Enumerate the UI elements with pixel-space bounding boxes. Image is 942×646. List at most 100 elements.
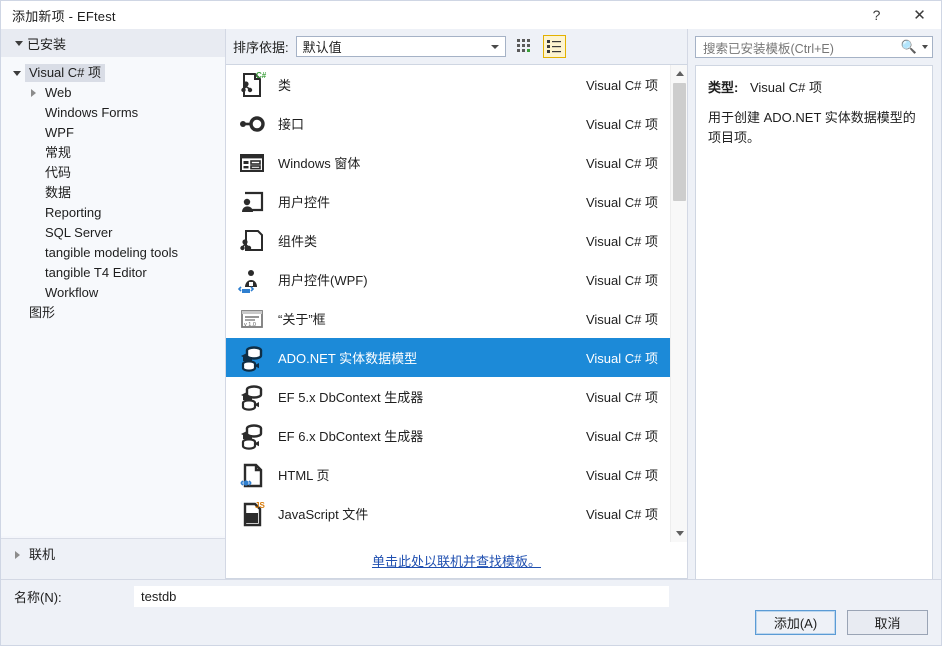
template-type-value: Visual C# 项 xyxy=(749,80,822,95)
tree-item-8[interactable]: tangible modeling tools xyxy=(1,243,225,263)
component-class-icon xyxy=(236,225,268,257)
template-kind: Visual C# 项 xyxy=(585,351,658,366)
interface-icon xyxy=(236,108,268,140)
sort-label: 排序依据: xyxy=(233,40,289,55)
tree-item-1[interactable]: Windows Forms xyxy=(1,103,225,123)
dialog-title: 添加新项 - EFtest xyxy=(12,8,116,24)
template-kind: Visual C# 项 xyxy=(585,195,658,210)
template-list-item[interactable]: HTML 页 Visual C# 项 xyxy=(226,455,670,494)
ado-net-entity-model-icon xyxy=(236,342,268,374)
template-list-item[interactable]: v 1.0 “关于”框 Visual C# 项 xyxy=(226,299,670,338)
right-pane: 搜索已安装模板(Ctrl+E) 🔍 类型: Visual C# 项 用于创建 A… xyxy=(688,29,941,579)
template-name: “关于”框 xyxy=(278,312,326,327)
template-list-item[interactable]: JS JavaScript 文件 Visual C# 项 xyxy=(226,494,670,533)
template-list-item[interactable]: ADO.NET 实体数据模型 Visual C# 项 xyxy=(226,338,670,377)
search-input[interactable]: 搜索已安装模板(Ctrl+E) xyxy=(703,38,901,57)
tree-item-0[interactable]: Web xyxy=(1,83,225,103)
grid-view-button[interactable] xyxy=(513,35,536,58)
template-list-item[interactable]: 接口 Visual C# 项 xyxy=(226,104,670,143)
name-label-text: 名称(N): xyxy=(14,590,62,605)
dialog-footer: 名称(N): testdb 添加(A) 取消 xyxy=(1,579,941,645)
center-pane: 排序依据: 默认值 C# 类 Visual C# 项 接口 Visual C# … xyxy=(226,29,688,579)
tree-item-label: tangible modeling tools xyxy=(45,245,178,260)
tree-item-visual-csharp[interactable]: Visual C# 项 xyxy=(1,63,225,83)
template-list-item[interactable]: EF 5.x DbContext 生成器 Visual C# 项 xyxy=(226,377,670,416)
list-scrollbar[interactable] xyxy=(670,65,687,542)
add-new-item-dialog: 添加新项 - EFtest ? ✕ 已安装 Visual C# 项 Web Win… xyxy=(0,0,942,646)
tree-item-label: WPF xyxy=(45,125,74,140)
name-input[interactable]: testdb xyxy=(134,586,669,607)
ef-dbcontext-icon xyxy=(236,381,268,413)
help-button[interactable]: ? xyxy=(855,1,898,29)
chevron-down-icon[interactable] xyxy=(922,45,928,49)
template-kind: Visual C# 项 xyxy=(585,78,658,93)
tree-item-5[interactable]: 数据 xyxy=(1,183,225,203)
tree-item-2[interactable]: WPF xyxy=(1,123,225,143)
close-button[interactable]: ✕ xyxy=(898,1,941,29)
about-box-icon: v 1.0 xyxy=(236,303,268,335)
tree-item-6[interactable]: Reporting xyxy=(1,203,225,223)
scrollbar-thumb[interactable] xyxy=(673,83,686,201)
tree-item-label: Reporting xyxy=(45,205,102,220)
tree-item-label: Visual C# 项 xyxy=(25,64,106,82)
template-kind: Visual C# 项 xyxy=(585,312,658,327)
html-page-icon xyxy=(236,459,268,491)
sort-by-dropdown[interactable]: 默认值 xyxy=(295,36,506,57)
online-templates-link[interactable]: 单击此处以联机并查找模板。 xyxy=(372,551,541,570)
tree-item-7[interactable]: SQL Server xyxy=(1,223,225,243)
template-name: ADO.NET 实体数据模型 xyxy=(278,351,418,366)
search-icon[interactable]: 🔍 xyxy=(901,39,917,55)
template-name: Windows 窗体 xyxy=(278,156,361,171)
template-name: EF 5.x DbContext 生成器 xyxy=(278,390,424,405)
tree-children: Web Windows Forms WPF 常规 代码 数据 Reporting SQL Se… xyxy=(1,83,225,323)
template-details-panel: 类型: Visual C# 项 用于创建 ADO.NET 实体数据模型的项目项。 xyxy=(695,65,933,579)
button-row: 添加(A) 取消 xyxy=(755,610,928,635)
template-kind: Visual C# 项 xyxy=(585,390,658,405)
template-list-item[interactable]: 组件类 Visual C# 项 xyxy=(226,221,670,260)
scroll-up-button[interactable] xyxy=(671,65,687,82)
tree-item-10[interactable]: Workflow xyxy=(1,283,225,303)
grid-icon xyxy=(516,39,530,52)
list-toolbar: 排序依据: 默认值 xyxy=(226,29,687,64)
template-list-area: C# 类 Visual C# 项接口 Visual C# 项 Windows 窗体 Vis… xyxy=(226,64,687,579)
tree-item-3[interactable]: 常规 xyxy=(1,143,225,163)
ef-dbcontext-icon xyxy=(236,420,268,452)
template-name: 类 xyxy=(278,78,292,93)
template-list-item[interactable]: C# 类 Visual C# 项 xyxy=(226,65,670,104)
list-view-button[interactable] xyxy=(542,35,566,58)
tree-item-4[interactable]: 代码 xyxy=(1,163,225,183)
list-icon xyxy=(546,40,561,53)
tree-item-label: Web xyxy=(45,85,72,100)
template-list-item[interactable]: 用户控件(WPF) Visual C# 项 xyxy=(226,260,670,299)
template-list-item[interactable] xyxy=(226,533,670,542)
windows-form-icon xyxy=(236,147,268,179)
template-name: JavaScript 文件 xyxy=(278,507,369,522)
template-name: 接口 xyxy=(278,117,305,132)
template-list-item[interactable]: EF 6.x DbContext 生成器 Visual C# 项 xyxy=(226,416,670,455)
template-kind: Visual C# 项 xyxy=(585,273,658,288)
tree-item-9[interactable]: tangible T4 Editor xyxy=(1,263,225,283)
tree-item-11[interactable]: 图形 xyxy=(1,303,225,323)
category-tree: Visual C# 项 Web Windows Forms WPF 常规 代码 数据 Rep… xyxy=(1,57,225,536)
template-name: HTML 页 xyxy=(278,468,330,483)
search-box[interactable]: 搜索已安装模板(Ctrl+E) 🔍 xyxy=(695,36,933,58)
installed-header-label: 已安装 xyxy=(27,36,67,52)
template-list-item[interactable]: 用户控件 Visual C# 项 xyxy=(226,182,670,221)
scroll-down-button[interactable] xyxy=(671,525,687,542)
template-list[interactable]: C# 类 Visual C# 项接口 Visual C# 项 Windows 窗体 Vis… xyxy=(226,65,670,542)
chevron-down-icon xyxy=(9,70,25,76)
template-kind: Visual C# 项 xyxy=(585,234,658,249)
tree-item-label: Workflow xyxy=(45,285,99,300)
tree-item-online[interactable]: 联机 xyxy=(1,545,225,565)
add-button[interactable]: 添加(A) xyxy=(755,610,836,635)
tree-item-label: SQL Server xyxy=(45,225,113,240)
cancel-button[interactable]: 取消 xyxy=(847,610,928,635)
installed-header[interactable]: 已安装 xyxy=(1,29,225,57)
javascript-file-icon: JS xyxy=(236,498,268,530)
template-name: 组件类 xyxy=(278,234,318,249)
user-control-icon xyxy=(236,186,268,218)
tree-item-label: Windows Forms xyxy=(45,105,139,120)
template-kind: Visual C# 项 xyxy=(585,507,658,522)
chevron-right-icon xyxy=(25,89,41,97)
template-list-item[interactable]: Windows 窗体 Visual C# 项 xyxy=(226,143,670,182)
